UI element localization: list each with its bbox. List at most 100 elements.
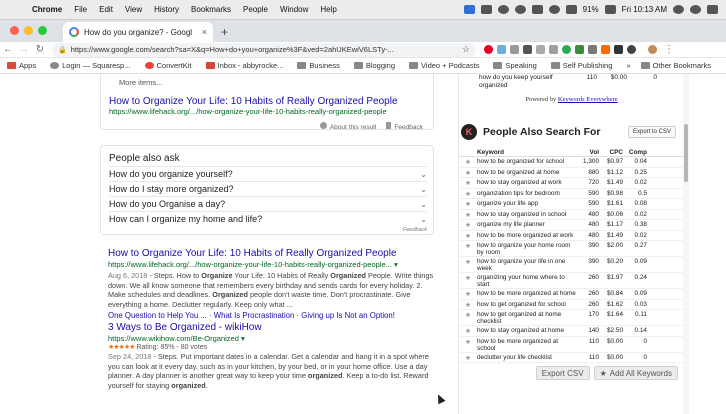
keyword-cell[interactable]: how to get organized at home checklist [477, 311, 577, 325]
extension-icon-12[interactable] [627, 45, 636, 54]
result-title-link[interactable]: 3 Ways to Be Organized - wikiHow [108, 322, 438, 334]
menu-bookmarks[interactable]: Bookmarks [185, 5, 237, 14]
menu-window[interactable]: Window [274, 5, 314, 14]
export-to-csv-button[interactable]: Export to CSV [627, 126, 676, 138]
menu-file[interactable]: File [68, 5, 93, 14]
menu-chrome[interactable]: Chrome [26, 5, 68, 14]
keyword-cell[interactable]: how to be more organized at work [477, 232, 577, 239]
star-icon[interactable]: ★ [459, 158, 477, 166]
paa-question[interactable]: How can I organize my home and life? ⌄ [109, 211, 427, 226]
extension-icon-2[interactable] [497, 45, 506, 54]
keywords-everywhere-link[interactable]: Keywords Everywhere [558, 96, 618, 103]
bookmark-star-icon[interactable]: ☆ [462, 44, 470, 55]
star-icon[interactable]: ★ [459, 301, 477, 309]
profile-avatar[interactable] [648, 45, 657, 54]
close-window-button[interactable] [10, 26, 19, 35]
extension-icon-10[interactable] [601, 45, 610, 54]
battery-icon[interactable] [604, 5, 616, 14]
battery-percent[interactable]: 91% [583, 5, 599, 14]
bookmark-blogging[interactable]: Blogging [347, 61, 402, 70]
cloud-icon[interactable] [480, 5, 492, 14]
bookmark-inbox[interactable]: Inbox - abbyrocke... [199, 61, 291, 70]
extension-icon-3[interactable] [510, 45, 519, 54]
star-icon[interactable]: ★ [459, 311, 477, 319]
bookmark-self-publishing[interactable]: Self Publishing [544, 61, 620, 70]
paa-question[interactable]: How do I stay more organized? ⌄ [109, 181, 427, 196]
menu-view[interactable]: View [119, 5, 148, 14]
url-text[interactable]: https://www.google.com/search?sa=X&q=How… [71, 45, 458, 54]
star-icon[interactable]: ★ [459, 258, 477, 266]
pinterest-extension-icon[interactable] [484, 45, 493, 54]
extension-icon-5[interactable] [536, 45, 545, 54]
grammarly-extension-icon[interactable] [562, 45, 571, 54]
keyword-cell[interactable]: organize my life planner [477, 221, 577, 228]
keyword-cell[interactable]: organize your life app [477, 200, 577, 207]
bookmark-business[interactable]: Business [290, 61, 346, 70]
add-all-keywords-button[interactable]: ★ Add All Keywords [593, 366, 678, 380]
star-icon[interactable]: ★ [459, 221, 477, 229]
clock-icon[interactable] [514, 5, 526, 14]
extension-icon-6[interactable] [549, 45, 558, 54]
result-title-link[interactable]: How to Organize Your Life: 10 Habits of … [108, 248, 438, 260]
paa-feedback-link[interactable]: Feedback [403, 227, 427, 233]
bookmark-convertkit[interactable]: ConvertKit [138, 61, 199, 70]
result-url[interactable]: https://www.lifehack.org/.../how-organiz… [109, 107, 387, 116]
spotlight-search-icon[interactable] [673, 5, 684, 14]
star-icon[interactable]: ★ [459, 179, 477, 187]
star-icon[interactable]: ★ [459, 190, 477, 198]
extension-icon-4[interactable] [523, 45, 532, 54]
reload-icon[interactable]: ↻ [32, 44, 48, 55]
keyword-cell[interactable]: declutter your life checklist [477, 354, 577, 361]
menu-help[interactable]: Help [314, 5, 342, 14]
star-icon[interactable]: ★ [459, 169, 477, 177]
star-icon[interactable]: ★ [459, 242, 477, 250]
keyword-cell[interactable]: how to be more organized at home [477, 290, 577, 297]
result-url[interactable]: https://www.wikihow.com/Be-Organized ▾ [108, 334, 438, 343]
wifi-icon[interactable] [548, 5, 560, 14]
minimize-window-button[interactable] [24, 26, 33, 35]
more-items-link[interactable]: More items... [119, 78, 162, 87]
keyword-cell[interactable]: organization tips for bedroom [477, 190, 577, 197]
extension-icon-9[interactable] [588, 45, 597, 54]
new-tab-button[interactable]: + [213, 25, 228, 42]
keyword-cell[interactable]: how to stay organized at home [477, 327, 577, 334]
keyword-cell[interactable]: how to organize your home room by room [477, 242, 577, 256]
star-icon[interactable]: ★ [459, 327, 477, 335]
keyword-cell[interactable]: how to be organized for school [477, 158, 577, 165]
result-sitelinks[interactable]: One Question to Help You ... · What Is P… [108, 311, 438, 320]
back-icon[interactable]: ← [0, 44, 16, 55]
star-icon[interactable]: ★ [459, 211, 477, 219]
keyword-cell[interactable]: how to be organized at home [477, 169, 577, 176]
keyword-cell[interactable]: how to stay organized at work [477, 179, 577, 186]
evernote-extension-icon[interactable] [575, 45, 584, 54]
keyword-cell[interactable]: organizing your home where to start [477, 274, 577, 288]
notification-center-icon[interactable] [707, 5, 718, 14]
zoom-window-button[interactable] [38, 26, 47, 35]
bookmark-squarespace[interactable]: Login — Squaresp... [43, 61, 137, 70]
bookmark-apps[interactable]: Apps [0, 61, 43, 70]
result-url[interactable]: https://www.lifehack.org/.../how-organiz… [108, 260, 438, 269]
feedback-link[interactable]: Feedback [386, 122, 423, 131]
lock-icon[interactable]: 🔒 [58, 46, 67, 54]
keyword-cell[interactable]: how do you keep yourself organized [459, 74, 577, 92]
export-csv-button[interactable]: Export CSV [535, 366, 590, 380]
screen-record-icon[interactable] [463, 5, 475, 14]
extension-icon-11[interactable] [614, 45, 623, 54]
menubar-clock[interactable]: Fri 10:13 AM [622, 5, 667, 14]
chrome-menu-icon[interactable]: ⋮ [661, 44, 677, 55]
star-icon[interactable]: ★ [459, 232, 477, 240]
menu-people[interactable]: People [237, 5, 274, 14]
bookmarks-more-chevron[interactable]: » [626, 61, 630, 70]
star-icon[interactable]: ★ [459, 354, 477, 362]
page-scrollbar[interactable] [683, 74, 689, 414]
close-tab-icon[interactable]: × [202, 27, 207, 37]
omnibox[interactable]: 🔒 https://www.google.com/search?sa=X&q=H… [52, 42, 476, 57]
paa-question[interactable]: How do you organize yourself? ⌄ [109, 166, 427, 181]
keyword-cell[interactable]: how to organize your life in one week [477, 258, 577, 272]
about-result-link[interactable]: About this result [319, 122, 376, 131]
menu-edit[interactable]: Edit [93, 5, 119, 14]
paa-question[interactable]: How do you Organise a day? ⌄ [109, 196, 427, 211]
bookmark-video-podcasts[interactable]: Video + Podcasts [402, 61, 486, 70]
keyword-cell[interactable]: how to get organized for school [477, 301, 577, 308]
star-icon[interactable]: ★ [459, 338, 477, 346]
